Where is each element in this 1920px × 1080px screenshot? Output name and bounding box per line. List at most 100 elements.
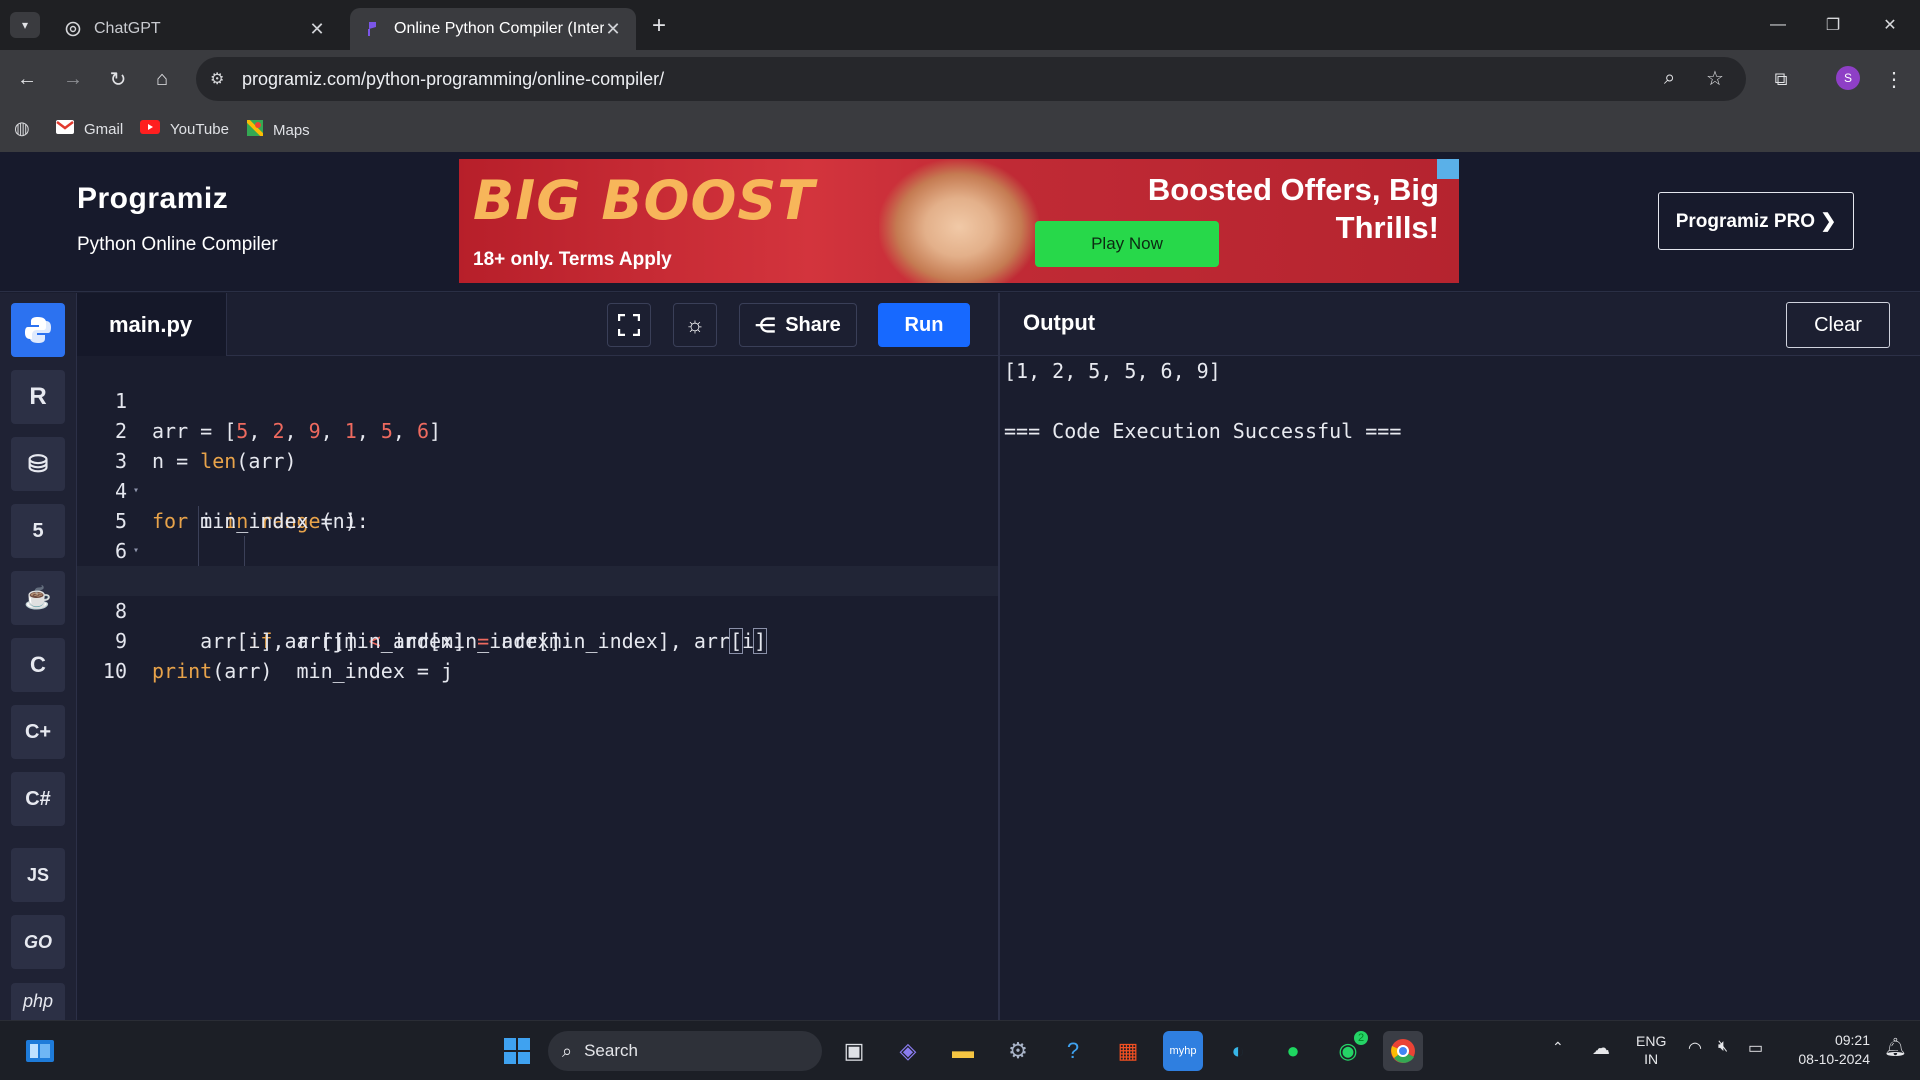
c-icon: C: [30, 652, 46, 677]
programiz-logo[interactable]: Programiz: [77, 182, 228, 216]
bookmark-star-icon[interactable]: ☆: [1706, 66, 1724, 91]
programiz-icon: [364, 20, 382, 38]
lang-php-button[interactable]: php: [11, 983, 65, 1020]
windows-start-icon[interactable]: [497, 1031, 537, 1071]
zoom-icon[interactable]: ⌕: [1664, 67, 1675, 90]
lang-csharp-button[interactable]: C#: [11, 772, 65, 826]
clock[interactable]: 09:21 08-10-2024: [1786, 1031, 1870, 1069]
lang-js-button[interactable]: JS: [11, 848, 65, 902]
forward-icon[interactable]: →: [58, 64, 88, 94]
code-line-active[interactable]: 8 arr[i], arr[min_index] = arr[min_index…: [77, 566, 998, 654]
battery-icon[interactable]: ▭: [1748, 1038, 1763, 1058]
extensions-icon[interactable]: ⧉: [1766, 64, 1796, 94]
close-tab-icon[interactable]: ✕: [308, 19, 326, 40]
code-line[interactable]: 3 ▾ for i in range(n):: [77, 416, 998, 533]
myhp-icon[interactable]: myhp: [1163, 1031, 1203, 1071]
code-line[interactable]: 2 n = len(arr): [77, 386, 998, 473]
lang-code: ENG: [1636, 1033, 1667, 1049]
address-bar[interactable]: ⚙ programiz.com/python-programming/onlin…: [196, 57, 1746, 101]
url-text[interactable]: programiz.com/python-programming/online-…: [242, 69, 664, 90]
globe-icon[interactable]: ◍: [14, 118, 30, 139]
whatsapp-icon[interactable]: ◉ 2: [1328, 1031, 1368, 1071]
lang-sql-button[interactable]: ⛁: [11, 437, 65, 491]
home-icon[interactable]: ⌂: [147, 64, 177, 94]
onedrive-icon[interactable]: ☁: [1592, 1038, 1610, 1059]
run-button[interactable]: Run: [878, 303, 970, 347]
bookmark-maps[interactable]: Maps: [245, 118, 310, 140]
share-label: Share: [785, 313, 841, 336]
cpp-icon: C+: [24, 720, 52, 743]
bookmark-youtube[interactable]: YouTube: [140, 120, 229, 138]
show-hidden-icons[interactable]: ⌃: [1552, 1039, 1564, 1056]
file-explorer-icon[interactable]: ▬: [943, 1031, 983, 1071]
minimize-icon[interactable]: —: [1758, 10, 1798, 40]
code-line[interactable]: 5 ▾ for j in range(i + 1, n):: [77, 476, 998, 593]
ad-banner[interactable]: BIG BOOST 18+ only. Terms Apply Boosted …: [459, 159, 1459, 283]
code-line[interactable]: 1 arr = [5, 2, 9, 1, 5, 6]: [77, 356, 998, 443]
restore-icon[interactable]: ❐: [1813, 10, 1853, 40]
region-code: IN: [1644, 1051, 1659, 1067]
language-indicator[interactable]: ENG IN: [1636, 1032, 1666, 1068]
programiz-pro-button[interactable]: Programiz PRO ❯: [1658, 192, 1854, 250]
close-window-icon[interactable]: ✕: [1870, 10, 1910, 40]
go-label: GO: [23, 931, 52, 952]
python-icon: [25, 317, 51, 343]
share-icon: ⋲: [755, 314, 776, 337]
lang-go-button[interactable]: GO: [11, 915, 65, 969]
code-text: print(arr): [152, 659, 273, 683]
new-tab-button[interactable]: +: [652, 12, 666, 40]
lang-java-button[interactable]: ☕: [11, 571, 65, 625]
task-view-icon[interactable]: ▣: [834, 1031, 874, 1071]
microsoft-store-icon[interactable]: ▦: [1108, 1031, 1148, 1071]
chrome-icon[interactable]: [1383, 1031, 1423, 1071]
share-button[interactable]: ⋲ Share: [739, 303, 857, 347]
indent-guide: [198, 506, 199, 536]
fullscreen-button[interactable]: [607, 303, 651, 347]
code-editor[interactable]: 1 arr = [5, 2, 9, 1, 5, 6] 2 n = len(arr…: [77, 356, 998, 1020]
tab-title: Online Python Compiler (Interp: [394, 20, 604, 37]
wifi-icon[interactable]: ◠: [1688, 1038, 1702, 1058]
php-label: php: [22, 991, 54, 1011]
output-console[interactable]: [1, 2, 5, 5, 6, 9] === Code Execution Su…: [1000, 356, 1920, 1020]
file-tab-main[interactable]: main.py: [77, 293, 227, 356]
fullscreen-icon: [618, 314, 640, 336]
code-line[interactable]: 10: [77, 626, 998, 683]
tab-search-button[interactable]: ▾: [10, 12, 40, 38]
back-icon[interactable]: ←: [12, 64, 42, 94]
lang-html-button[interactable]: 5: [11, 504, 65, 558]
theme-toggle-button[interactable]: ☼: [673, 303, 717, 347]
tab-chatgpt[interactable]: ChatGPT ✕: [50, 8, 340, 50]
help-icon[interactable]: ?: [1053, 1031, 1093, 1071]
copilot-icon[interactable]: ◈: [888, 1031, 928, 1071]
ad-play-now-button[interactable]: Play Now: [1035, 221, 1219, 267]
js-label: JS: [26, 864, 50, 885]
lang-python-button[interactable]: [11, 303, 65, 357]
lang-c-button[interactable]: C: [11, 638, 65, 692]
lang-cpp-button[interactable]: C+: [11, 705, 65, 759]
gmail-icon: [56, 120, 74, 138]
settings-icon[interactable]: ⚙: [998, 1031, 1038, 1071]
mute-icon[interactable]: 🔇︎: [1718, 1038, 1728, 1056]
tab-python-compiler[interactable]: Online Python Compiler (Interp ✕: [350, 8, 636, 50]
edge-icon[interactable]: ◐: [1218, 1031, 1258, 1071]
reload-icon[interactable]: ↻: [103, 64, 133, 94]
site-info-icon[interactable]: ⚙: [210, 69, 224, 89]
close-tab-icon[interactable]: ✕: [604, 19, 622, 40]
bookmark-gmail[interactable]: Gmail: [56, 120, 123, 138]
clear-button[interactable]: Clear: [1786, 302, 1890, 348]
code-line[interactable]: 6 ▾ if arr[j] < arr[min_index]:: [77, 506, 998, 653]
sun-icon: ☼: [684, 312, 706, 337]
notification-bell-icon[interactable]: 🔔︎: [1884, 1037, 1907, 1058]
spotify-icon[interactable]: ●: [1273, 1031, 1313, 1071]
taskbar-search[interactable]: ⌕ Search: [548, 1031, 822, 1071]
menu-kebab-icon[interactable]: ⋮: [1879, 64, 1909, 94]
code-line[interactable]: 4 min_index = i: [77, 446, 998, 533]
code-line[interactable]: 7 min_index = j: [77, 536, 998, 683]
lang-r-button[interactable]: R: [11, 370, 65, 424]
adchoices-icon[interactable]: [1437, 159, 1459, 179]
widgets-icon[interactable]: [20, 1031, 60, 1071]
code-line[interactable]: 9 print(arr): [77, 596, 998, 683]
maps-icon: [245, 118, 265, 140]
compiler-workspace: R ⛁ 5 ☕ C C+ C# JS GO php main.py ☼ ⋲ Sh…: [0, 293, 1920, 1020]
profile-avatar[interactable]: S: [1836, 66, 1860, 90]
